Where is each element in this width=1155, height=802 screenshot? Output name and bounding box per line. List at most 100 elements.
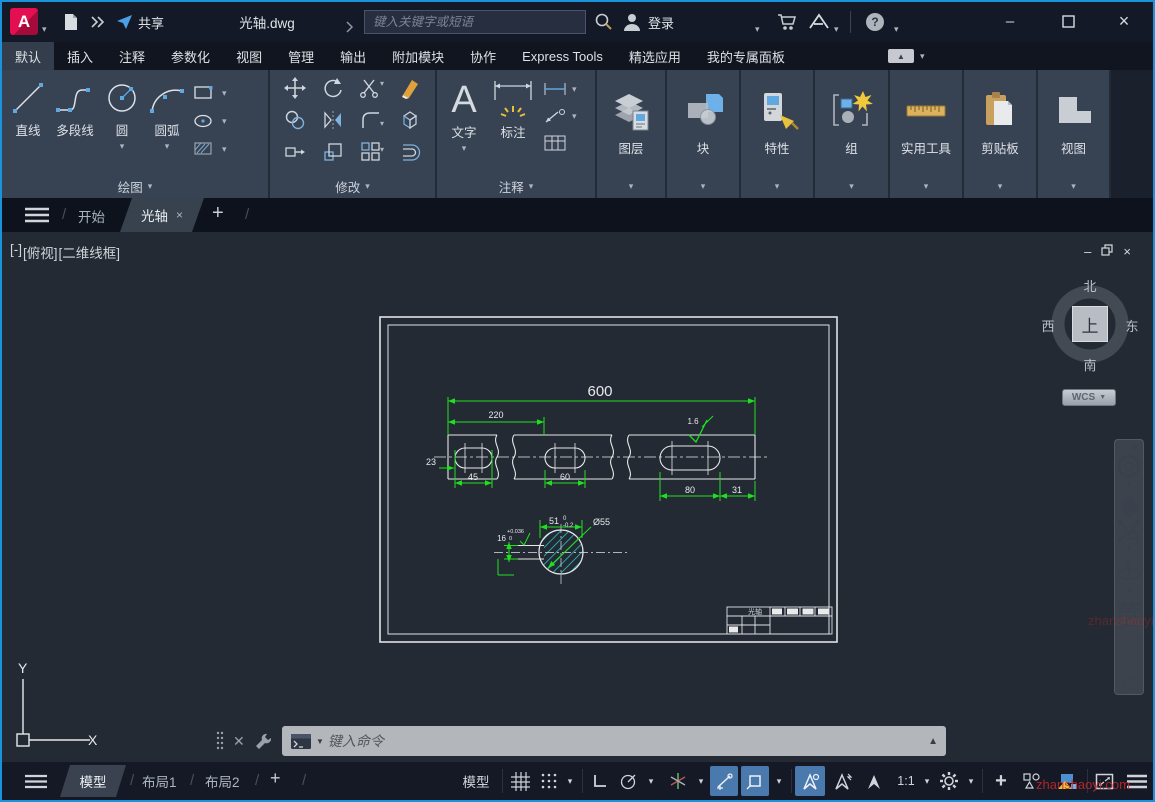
line-button[interactable]: 直线 [8,74,48,175]
command-line-bar[interactable]: ▼ ▲ [282,726,946,756]
linear-dimension-caret-icon[interactable]: ▾ [572,84,577,95]
table-button[interactable] [543,132,567,154]
array-button[interactable]: ▾ [359,140,385,169]
file-tab-close-icon[interactable]: × [176,208,183,222]
move-button[interactable] [283,76,307,105]
isodraft-caret-icon[interactable]: ▾ [693,766,709,796]
panel-properties-expand[interactable]: ▾ [741,175,813,198]
signin-label[interactable]: 登录 [648,10,674,34]
panel-utilities-expand[interactable]: ▾ [890,175,962,198]
panel-modify-label[interactable]: 修改▾ [270,175,435,198]
ribbon-collapse-button[interactable]: ▲ [888,49,914,63]
command-customize-icon[interactable] [254,731,274,751]
scale-button[interactable] [321,140,345,169]
copy-button[interactable] [283,108,307,137]
app-store-icon[interactable] [776,10,798,34]
model-space-button[interactable]: 模型 [452,766,500,796]
ribbon-collapse-caret-icon[interactable]: ▾ [920,51,925,62]
ribbon-tab-insert[interactable]: 插入 [54,42,106,70]
stretch-button[interactable] [283,140,307,169]
app-menu-button[interactable]: A [10,8,38,35]
search-expand-icon[interactable] [346,15,354,39]
autodesk-caret-icon[interactable]: ▾ [834,17,839,41]
title-block[interactable]: 光轴 [727,607,832,634]
ribbon-tab-manage[interactable]: 管理 [275,42,327,70]
ribbon-tab-output[interactable]: 输出 [327,42,379,70]
panel-group-expand[interactable]: ▾ [815,175,888,198]
panel-draw-label[interactable]: 绘图▾ [2,175,268,198]
mirror-button[interactable] [321,108,345,137]
new-layout-button[interactable]: + [270,768,281,789]
grid-display-button[interactable] [505,766,535,796]
search-input[interactable] [365,11,585,33]
ribbon-tab-annotate[interactable]: 注释 [106,42,158,70]
panel-layers-expand[interactable]: ▾ [597,175,665,198]
ortho-mode-button[interactable] [586,766,614,796]
section-view[interactable]: 51 0 -0.2 Ø55 16 +0.036 0 [494,516,628,584]
utilities-button[interactable]: 实用工具 [890,70,962,175]
share-label[interactable]: 共享 [138,10,164,34]
leader-caret-icon[interactable]: ▾ [572,111,577,122]
panel-annotate-label[interactable]: 注释▾ [437,175,595,198]
erase-button[interactable] [398,76,422,105]
new-file-icon[interactable] [62,10,80,34]
ribbon-tab-custom-panel[interactable]: 我的专属面板 [694,42,798,70]
fillet-button[interactable]: ▾ [359,108,385,137]
command-prompt-icon[interactable] [290,733,312,750]
annotation-scale-value[interactable]: 1:1 [891,766,921,796]
snap-caret-icon[interactable]: ▾ [562,766,578,796]
trim-button[interactable]: ▾ [359,76,385,105]
hatch-caret-icon[interactable]: ▾ [222,144,227,155]
close-button[interactable]: × [1107,6,1141,36]
object-snap-button[interactable] [741,766,769,796]
shaft-outline[interactable] [434,435,768,479]
plus-button[interactable]: + [986,766,1016,796]
panel-block-expand[interactable]: ▾ [667,175,739,198]
panel-clipboard-expand[interactable]: ▾ [964,175,1036,198]
dimension-button[interactable]: 标注 [491,74,535,175]
explode-button[interactable] [398,108,422,137]
panel-view-expand[interactable]: ▾ [1038,175,1109,198]
signin-caret-icon[interactable]: ▾ [755,17,760,41]
maximize-button[interactable] [1051,6,1085,36]
hatch-button[interactable] [192,138,216,160]
rotate-button[interactable] [321,76,345,105]
command-line-grip[interactable]: ✕ [216,726,280,756]
ribbon-tab-collaborate[interactable]: 协作 [457,42,509,70]
rectangle-button[interactable] [192,82,216,104]
ellipse-caret-icon[interactable]: ▾ [222,116,227,127]
arc-button[interactable]: 圆弧 ▾ [146,74,188,175]
help-icon[interactable]: ? [864,10,886,34]
ribbon-tab-addins[interactable]: 附加模块 [379,42,457,70]
ribbon-tab-view[interactable]: 视图 [223,42,275,70]
layers-button[interactable]: 图层 [597,70,665,175]
group-button[interactable]: 组 [815,70,888,175]
isodraft-button[interactable] [664,766,692,796]
text-caret-icon[interactable]: ▾ [462,143,467,154]
arc-caret-icon[interactable]: ▾ [165,141,170,152]
annotation-scale-button[interactable] [860,766,888,796]
help-caret-icon[interactable]: ▾ [894,17,899,41]
offset-button[interactable] [398,140,422,169]
text-button[interactable]: A 文字 ▾ [445,74,483,175]
file-tab-active[interactable]: 光轴 × [120,198,204,232]
workspace-caret-icon[interactable]: ▾ [964,766,978,796]
linear-dimension-button[interactable] [543,78,567,100]
layout1-tab[interactable]: 布局1 [142,765,177,797]
command-history-icon[interactable]: ▲ [928,736,938,747]
polyline-button[interactable]: 多段线 [52,74,98,175]
annotation-autoscale-button[interactable] [828,766,858,796]
circle-caret-icon[interactable]: ▾ [120,141,125,152]
file-tab-menu-icon[interactable] [24,207,50,228]
layout2-tab[interactable]: 布局2 [205,765,240,797]
file-tab-start[interactable]: 开始 [78,206,105,226]
drawing-canvas[interactable]: [-] [俯视] [二维线框] – × 北 南 西 东 上 WCS ▼ ✕ ▾ [2,232,1153,762]
minimize-button[interactable]: – [993,6,1027,36]
circle-button[interactable]: 圆 ▾ [102,74,142,175]
ribbon-tab-default[interactable]: 默认 [2,42,54,70]
toolbar-expand-icon[interactable] [90,10,106,34]
polar-tracking-button[interactable] [614,766,642,796]
share-icon[interactable] [116,10,134,34]
ribbon-tab-parametric[interactable]: 参数化 [158,42,223,70]
ribbon-tab-express-tools[interactable]: Express Tools [509,42,616,70]
